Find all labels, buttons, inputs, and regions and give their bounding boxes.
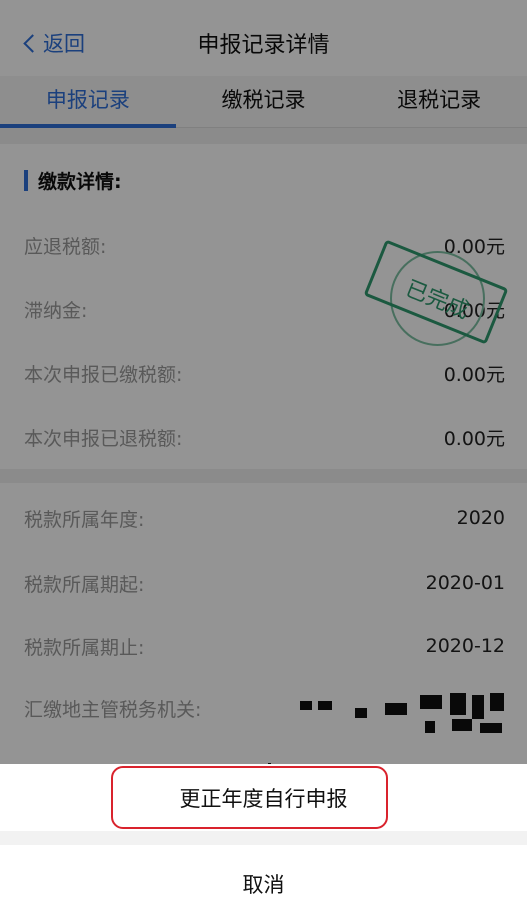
row-label: 本次申报已缴税额: <box>24 363 183 386</box>
row-value: 0.00元 <box>443 427 505 450</box>
row-label: 应退税额: <box>24 235 107 258</box>
divider <box>0 469 527 483</box>
tab-payment-records[interactable]: 缴税记录 <box>176 76 352 127</box>
section-marker <box>24 169 28 191</box>
row-label: 税款所属年度: <box>24 508 145 531</box>
row-value: 2020 <box>456 507 505 529</box>
period-start-row: 税款所属期起: 2020-01 <box>24 568 505 598</box>
tax-period-section: 税款所属年度: 2020 税款所属期起: 2020-01 税款所属期止: 202… <box>0 483 527 764</box>
page-content: 申报记录 缴税记录 退税记录 缴款详情: 应退税额: 0.00元 滞纳金: 0.… <box>0 76 527 764</box>
cancel-label: 取消 <box>242 873 285 897</box>
row-value: 2020-12 <box>425 635 505 657</box>
paid-tax-row: 本次申报已缴税额: 0.00元 <box>24 358 505 388</box>
tax-year-row: 税款所属年度: 2020 <box>24 503 505 533</box>
row-label: 本次申报已退税额: <box>24 427 183 450</box>
tab-declaration-records[interactable]: 申报记录 <box>0 76 176 128</box>
row-value: 0.00元 <box>443 363 505 386</box>
divider <box>0 128 527 144</box>
nav-bar: 返回 申报记录详情 <box>0 0 527 76</box>
row-value: 2020-01 <box>425 572 505 594</box>
sheet-separator <box>0 831 527 845</box>
page-title: 申报记录详情 <box>197 33 330 58</box>
row-label: 汇缴地主管税务机关: <box>24 698 202 721</box>
refunded-tax-row: 本次申报已退税额: 0.00元 <box>24 422 505 452</box>
tab-bar: 申报记录 缴税记录 退税记录 <box>0 76 527 128</box>
highlight-box <box>111 766 388 829</box>
period-end-row: 税款所属期止: 2020-12 <box>24 631 505 661</box>
section-title: 缴款详情: <box>24 168 122 193</box>
section-title-text: 缴款详情: <box>38 170 122 193</box>
tab-refund-records[interactable]: 退税记录 <box>351 76 527 127</box>
cancel-button[interactable]: 取消 <box>0 845 527 923</box>
row-label: 税款所属期止: <box>24 636 145 659</box>
row-label: 滞纳金: <box>24 299 88 322</box>
row-label: 税款所属期起: <box>24 573 145 596</box>
